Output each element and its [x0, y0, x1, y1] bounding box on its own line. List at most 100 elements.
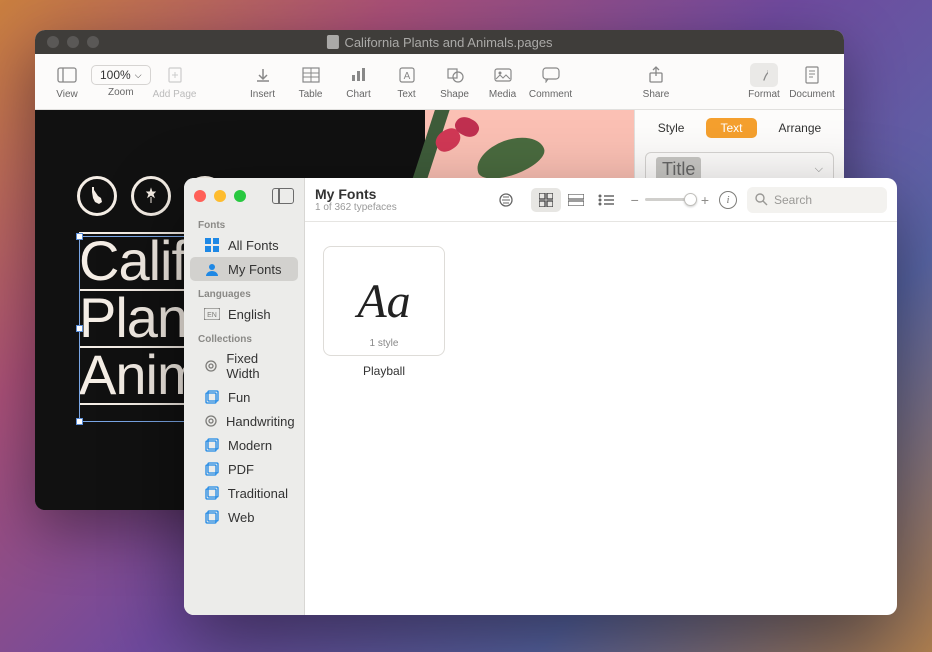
sidebar-item-fixed-width[interactable]: Fixed Width	[190, 347, 298, 385]
sidebar-item-my-fonts[interactable]: My Fonts	[190, 257, 298, 281]
view-menu-button[interactable]: View	[43, 63, 91, 100]
document-button[interactable]: Document	[788, 63, 836, 100]
share-button[interactable]: Share	[632, 63, 680, 100]
share-label: Share	[643, 89, 670, 100]
grid-icon	[204, 237, 220, 253]
chart-button[interactable]: Chart	[335, 63, 383, 100]
sidebar-item-label: English	[228, 307, 271, 322]
media-button[interactable]: Media	[479, 63, 527, 100]
comment-button[interactable]: Comment	[527, 63, 575, 100]
inspector-tabs: Style Text Arrange	[635, 110, 844, 146]
format-button[interactable]: Format	[740, 63, 788, 100]
table-button[interactable]: Table	[287, 63, 335, 100]
collection-icon	[204, 485, 220, 501]
minimize-window-button[interactable]	[214, 190, 226, 202]
collection-icon	[204, 509, 220, 525]
close-window-button[interactable]	[47, 36, 59, 48]
minimize-window-button[interactable]	[67, 36, 79, 48]
sidebar-item-label: All Fonts	[228, 238, 279, 253]
collection-icon	[204, 437, 220, 453]
chevron-down-icon: ⌵	[135, 70, 142, 81]
toggle-sidebar-icon[interactable]	[272, 188, 294, 204]
sidebar-item-label: Handwriting	[226, 414, 295, 429]
info-icon[interactable]: i	[719, 191, 737, 209]
close-window-button[interactable]	[194, 190, 206, 202]
section-languages-label: Languages	[184, 281, 304, 302]
zoom-control[interactable]: 100%⌵ Zoom	[91, 65, 151, 98]
fontbook-main: My Fonts 1 of 362 typefaces − + i Search	[305, 178, 897, 615]
plus-icon[interactable]: +	[701, 192, 709, 208]
document-title: California Plants and Animals.pages	[326, 35, 552, 50]
document-label: Document	[789, 89, 835, 100]
resize-handle[interactable]	[76, 233, 83, 240]
fullscreen-window-button[interactable]	[234, 190, 246, 202]
media-label: Media	[489, 89, 516, 100]
document-icon	[326, 35, 338, 49]
sidebar-item-label: Traditional	[228, 486, 288, 501]
sidebar-item-label: Fixed Width	[226, 351, 288, 381]
section-fonts-label: Fonts	[184, 212, 304, 233]
size-slider[interactable]: − +	[631, 192, 709, 208]
format-label: Format	[748, 89, 780, 100]
view-label: View	[56, 89, 78, 100]
insert-label: Insert	[250, 89, 275, 100]
fullscreen-window-button[interactable]	[87, 36, 99, 48]
tab-arrange[interactable]: Arrange	[765, 118, 836, 138]
comment-label: Comment	[529, 89, 572, 100]
sidebar-item-traditional[interactable]: Traditional	[190, 481, 298, 505]
search-icon	[755, 193, 768, 206]
svg-text:EN: EN	[207, 312, 217, 319]
sidebar-item-label: My Fonts	[228, 262, 281, 277]
insert-button[interactable]: Insert	[239, 63, 287, 100]
add-page-button: Add Page	[151, 63, 199, 100]
fontbook-subtitle: 1 of 362 typefaces	[315, 202, 397, 213]
sidebar-item-pdf[interactable]: PDF	[190, 457, 298, 481]
language-icon: EN	[204, 306, 220, 322]
fontbook-toolbar: My Fonts 1 of 362 typefaces − + i Search	[305, 178, 897, 222]
slider-track[interactable]	[645, 198, 695, 201]
fontbook-app-window: Fonts All Fonts My Fonts Languages EN En…	[184, 178, 897, 615]
row-view-icon[interactable]	[561, 188, 591, 212]
sidebar-item-label: Web	[228, 510, 255, 525]
sidebar-item-web[interactable]: Web	[190, 505, 298, 529]
plant-icon	[131, 176, 171, 216]
collection-icon	[204, 461, 220, 477]
add-page-label: Add Page	[153, 89, 197, 100]
minus-icon[interactable]: −	[631, 192, 639, 208]
font-name: Playball	[363, 364, 405, 378]
pages-titlebar: California Plants and Animals.pages	[35, 30, 844, 54]
zoom-label: Zoom	[108, 87, 134, 98]
list-view-icon[interactable]	[591, 188, 621, 212]
tab-style[interactable]: Style	[644, 118, 699, 138]
shape-label: Shape	[440, 89, 469, 100]
search-field[interactable]: Search	[747, 187, 887, 213]
sidebar-item-label: PDF	[228, 462, 254, 477]
sidebar-item-handwriting[interactable]: Handwriting	[190, 409, 298, 433]
resize-handle[interactable]	[76, 325, 83, 332]
document-title-text: California Plants and Animals.pages	[344, 35, 552, 50]
user-icon	[204, 261, 220, 277]
search-placeholder: Search	[774, 193, 812, 207]
sidebar-item-fun[interactable]: Fun	[190, 385, 298, 409]
chevron-down-icon: ⌵	[815, 163, 823, 176]
pages-toolbar: View 100%⌵ Zoom Add Page Insert Table Ch…	[35, 54, 844, 110]
sidebar-item-label: Modern	[228, 438, 272, 453]
resize-handle[interactable]	[76, 418, 83, 425]
sidebar-item-label: Fun	[228, 390, 250, 405]
tab-text[interactable]: Text	[706, 118, 756, 138]
font-style-count: 1 style	[370, 338, 399, 349]
sidebar-item-modern[interactable]: Modern	[190, 433, 298, 457]
text-button[interactable]: A Text	[383, 63, 431, 100]
table-label: Table	[299, 89, 323, 100]
collection-icon	[204, 389, 220, 405]
slider-knob[interactable]	[684, 193, 697, 206]
sample-view-icon[interactable]	[491, 188, 521, 212]
chart-label: Chart	[346, 89, 370, 100]
sidebar-item-english[interactable]: EN English	[190, 302, 298, 326]
fontbook-title: My Fonts	[315, 186, 397, 202]
sidebar-item-all-fonts[interactable]: All Fonts	[190, 233, 298, 257]
text-label: Text	[397, 89, 415, 100]
shape-button[interactable]: Shape	[431, 63, 479, 100]
font-card-playball[interactable]: Aa 1 style Playball	[323, 246, 445, 378]
grid-view-icon[interactable]	[531, 188, 561, 212]
